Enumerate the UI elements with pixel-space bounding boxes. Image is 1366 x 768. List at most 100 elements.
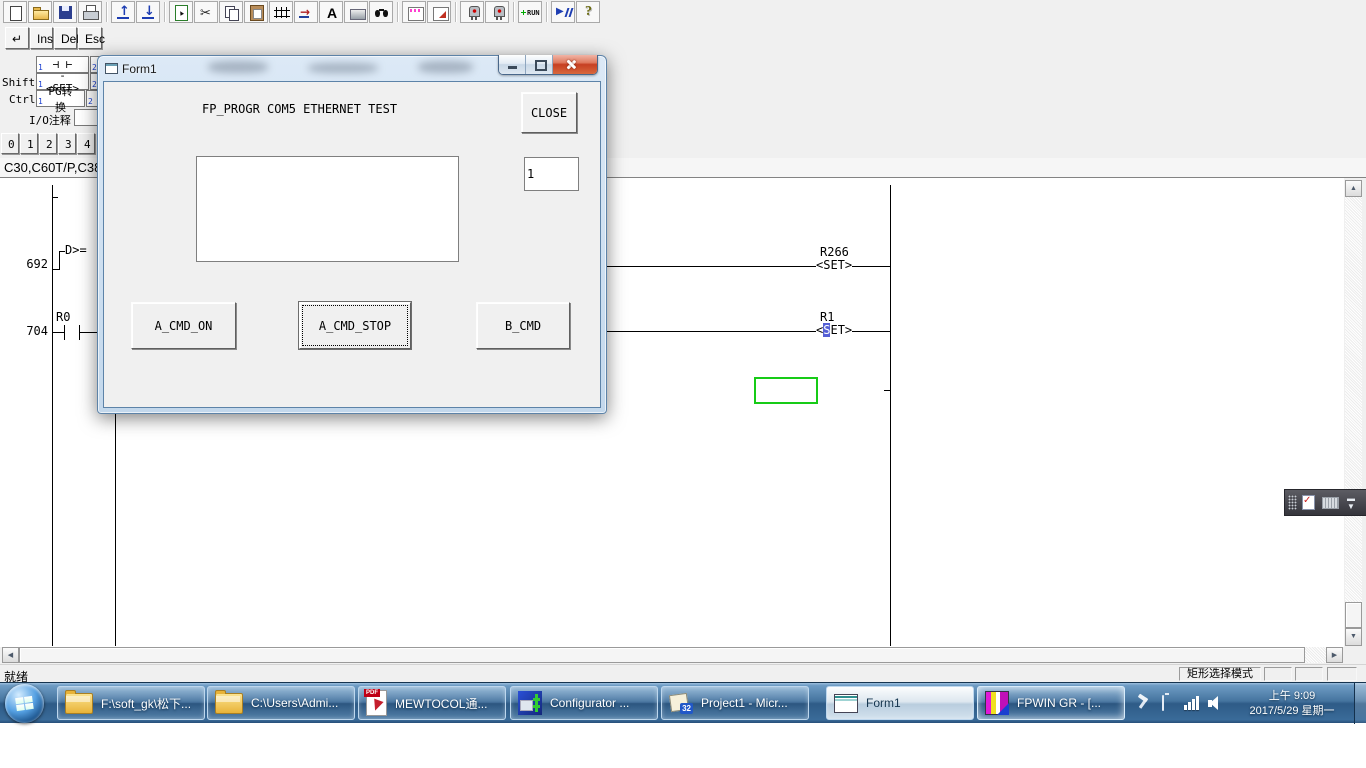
taskbar-clock[interactable]: 上午 9:09 2017/5/29 星期一 bbox=[1236, 685, 1348, 722]
vscroll-down-button[interactable]: ▼ bbox=[1345, 628, 1362, 646]
fpwin-icon bbox=[985, 691, 1009, 715]
download-from-plc-icon[interactable] bbox=[136, 1, 160, 23]
a-cmd-stop-button[interactable]: A_CMD_STOP bbox=[299, 302, 411, 349]
taskbar-item-explorer-2[interactable]: C:\Users\Admi... bbox=[207, 686, 355, 720]
hscroll-left-button[interactable]: ◀ bbox=[2, 647, 19, 663]
save-icon[interactable] bbox=[53, 1, 77, 23]
set-coil: <SET> bbox=[816, 324, 852, 337]
ladder-wire bbox=[79, 332, 97, 333]
taskbar-item-configurator[interactable]: Configurator ... bbox=[510, 686, 658, 720]
ins-key-button[interactable]: Ins bbox=[30, 27, 53, 49]
set-coil-post: ET> bbox=[830, 323, 852, 337]
taskbar-item-fpwin[interactable]: FPWIN GR - [... bbox=[977, 686, 1125, 720]
cut-icon[interactable] bbox=[194, 1, 218, 23]
show-desktop-button[interactable] bbox=[1354, 683, 1366, 724]
data-monitor-icon[interactable] bbox=[427, 1, 451, 23]
number-button-3[interactable]: 3 bbox=[58, 133, 76, 154]
rung-number: 692 bbox=[24, 258, 48, 271]
status-cell bbox=[1264, 667, 1292, 681]
vscroll-thumb[interactable] bbox=[1345, 602, 1362, 628]
fkey-number: 1 bbox=[38, 97, 43, 106]
text-input-icon[interactable] bbox=[319, 1, 343, 23]
new-file-icon[interactable] bbox=[3, 1, 27, 23]
taskbar-item-vb-project[interactable]: Project1 - Micr... bbox=[661, 686, 809, 720]
main-toolbar bbox=[0, 0, 1366, 24]
toolbar-separator bbox=[546, 2, 547, 22]
tray-battery-icon[interactable] bbox=[1162, 695, 1164, 711]
ime-document-icon[interactable] bbox=[1302, 495, 1315, 510]
shift-label: Shift bbox=[2, 76, 35, 89]
del-key-button[interactable]: Del bbox=[54, 27, 77, 49]
taskbar-item-label: Form1 bbox=[866, 696, 901, 710]
taskbar-item-explorer-1[interactable]: F:\soft_gk\松下... bbox=[57, 686, 205, 720]
tray-volume-icon[interactable] bbox=[1208, 696, 1224, 711]
esc-key-button[interactable]: Esc bbox=[78, 27, 102, 49]
ime-minimize-icon[interactable]: ▬▼ bbox=[1347, 495, 1355, 511]
minimize-button[interactable] bbox=[499, 55, 526, 74]
number-button-1[interactable]: 1 bbox=[20, 133, 38, 154]
number-button-4[interactable]: 4 bbox=[77, 133, 95, 154]
ladder-branch-rail bbox=[115, 414, 116, 646]
tray-tool-icon[interactable] bbox=[1136, 695, 1150, 710]
value-field[interactable] bbox=[524, 157, 579, 191]
start-button[interactable] bbox=[5, 684, 44, 723]
vb-form-icon bbox=[834, 694, 858, 713]
run-mode-icon[interactable] bbox=[518, 1, 542, 23]
toolbar-separator bbox=[513, 2, 514, 22]
taskbar-item-label: Project1 - Micr... bbox=[701, 696, 788, 710]
find-icon[interactable] bbox=[369, 1, 393, 23]
ladder-left-rail bbox=[52, 185, 53, 646]
comment-icon[interactable] bbox=[344, 1, 368, 23]
output-textbox[interactable] bbox=[196, 156, 459, 262]
fkey-number: 2 bbox=[88, 97, 93, 106]
help-icon[interactable] bbox=[576, 1, 600, 23]
folder-icon bbox=[65, 693, 93, 714]
rung-number: 704 bbox=[24, 325, 48, 338]
contact-label: R0 bbox=[56, 311, 70, 324]
vb-project-icon bbox=[669, 691, 693, 715]
paste-icon[interactable] bbox=[244, 1, 268, 23]
b-cmd-button[interactable]: B_CMD bbox=[476, 302, 570, 349]
monitor-toggle-icon[interactable] bbox=[551, 1, 575, 23]
plc-mode-run-icon[interactable] bbox=[485, 1, 509, 23]
clock-time: 上午 9:09 bbox=[1236, 689, 1348, 704]
number-button-0[interactable]: 0 bbox=[1, 133, 19, 154]
taskbar-item-label: F:\soft_gk\松下... bbox=[101, 695, 191, 712]
maximize-button[interactable] bbox=[526, 55, 553, 74]
hscroll-right-button[interactable]: ▶ bbox=[1326, 647, 1343, 663]
fkey-pg-button[interactable]: PG转换1 bbox=[36, 90, 85, 107]
caption-button-group bbox=[498, 55, 598, 75]
io-comment-label: I/O注释 bbox=[29, 112, 71, 128]
number-button-2[interactable]: 2 bbox=[39, 133, 57, 154]
pdf-icon bbox=[366, 690, 387, 716]
ladder-monitor-icon[interactable] bbox=[402, 1, 426, 23]
taskbar-item-pdf[interactable]: MEWTOCOL通... bbox=[358, 686, 506, 720]
screen: ↵ Ins Del Esc ⊣ ⊢1 2 Shift -<SET>1 2 Ctr… bbox=[0, 0, 1366, 768]
open-file-icon[interactable] bbox=[28, 1, 52, 23]
status-cell bbox=[1327, 667, 1357, 681]
a-cmd-on-button[interactable]: A_CMD_ON bbox=[131, 302, 236, 349]
copy-icon[interactable] bbox=[219, 1, 243, 23]
ime-drag-handle[interactable] bbox=[1288, 495, 1297, 510]
vscroll-up-button[interactable]: ▲ bbox=[1345, 180, 1362, 197]
hscroll-thumb[interactable] bbox=[19, 647, 1305, 663]
device-type-text: C30,C60T/P,C38 bbox=[4, 160, 101, 175]
vscroll-track[interactable] bbox=[1345, 197, 1362, 628]
close-window-button[interactable] bbox=[553, 55, 597, 74]
enter-key-button[interactable]: ↵ bbox=[5, 27, 29, 49]
taskbar-item-form1[interactable]: Form1 bbox=[826, 686, 974, 720]
wire-instruction-icon[interactable] bbox=[294, 1, 318, 23]
upload-to-plc-icon[interactable] bbox=[111, 1, 135, 23]
selection-cursor bbox=[754, 377, 818, 404]
ime-keyboard-icon[interactable] bbox=[1322, 497, 1339, 509]
select-mode-icon[interactable] bbox=[169, 1, 193, 23]
plc-mode-prog-icon[interactable] bbox=[460, 1, 484, 23]
ime-language-bar[interactable]: ▬▼ bbox=[1284, 489, 1366, 516]
print-icon[interactable] bbox=[78, 1, 102, 23]
close-button[interactable]: CLOSE bbox=[521, 92, 577, 133]
titlebar-glass-blob bbox=[208, 61, 268, 73]
ladder-rail-tick bbox=[884, 390, 890, 391]
ladder-instruction-icon[interactable] bbox=[269, 1, 293, 23]
compare-block-bracket bbox=[59, 251, 60, 270]
tray-network-signal-icon[interactable] bbox=[1184, 696, 1200, 710]
